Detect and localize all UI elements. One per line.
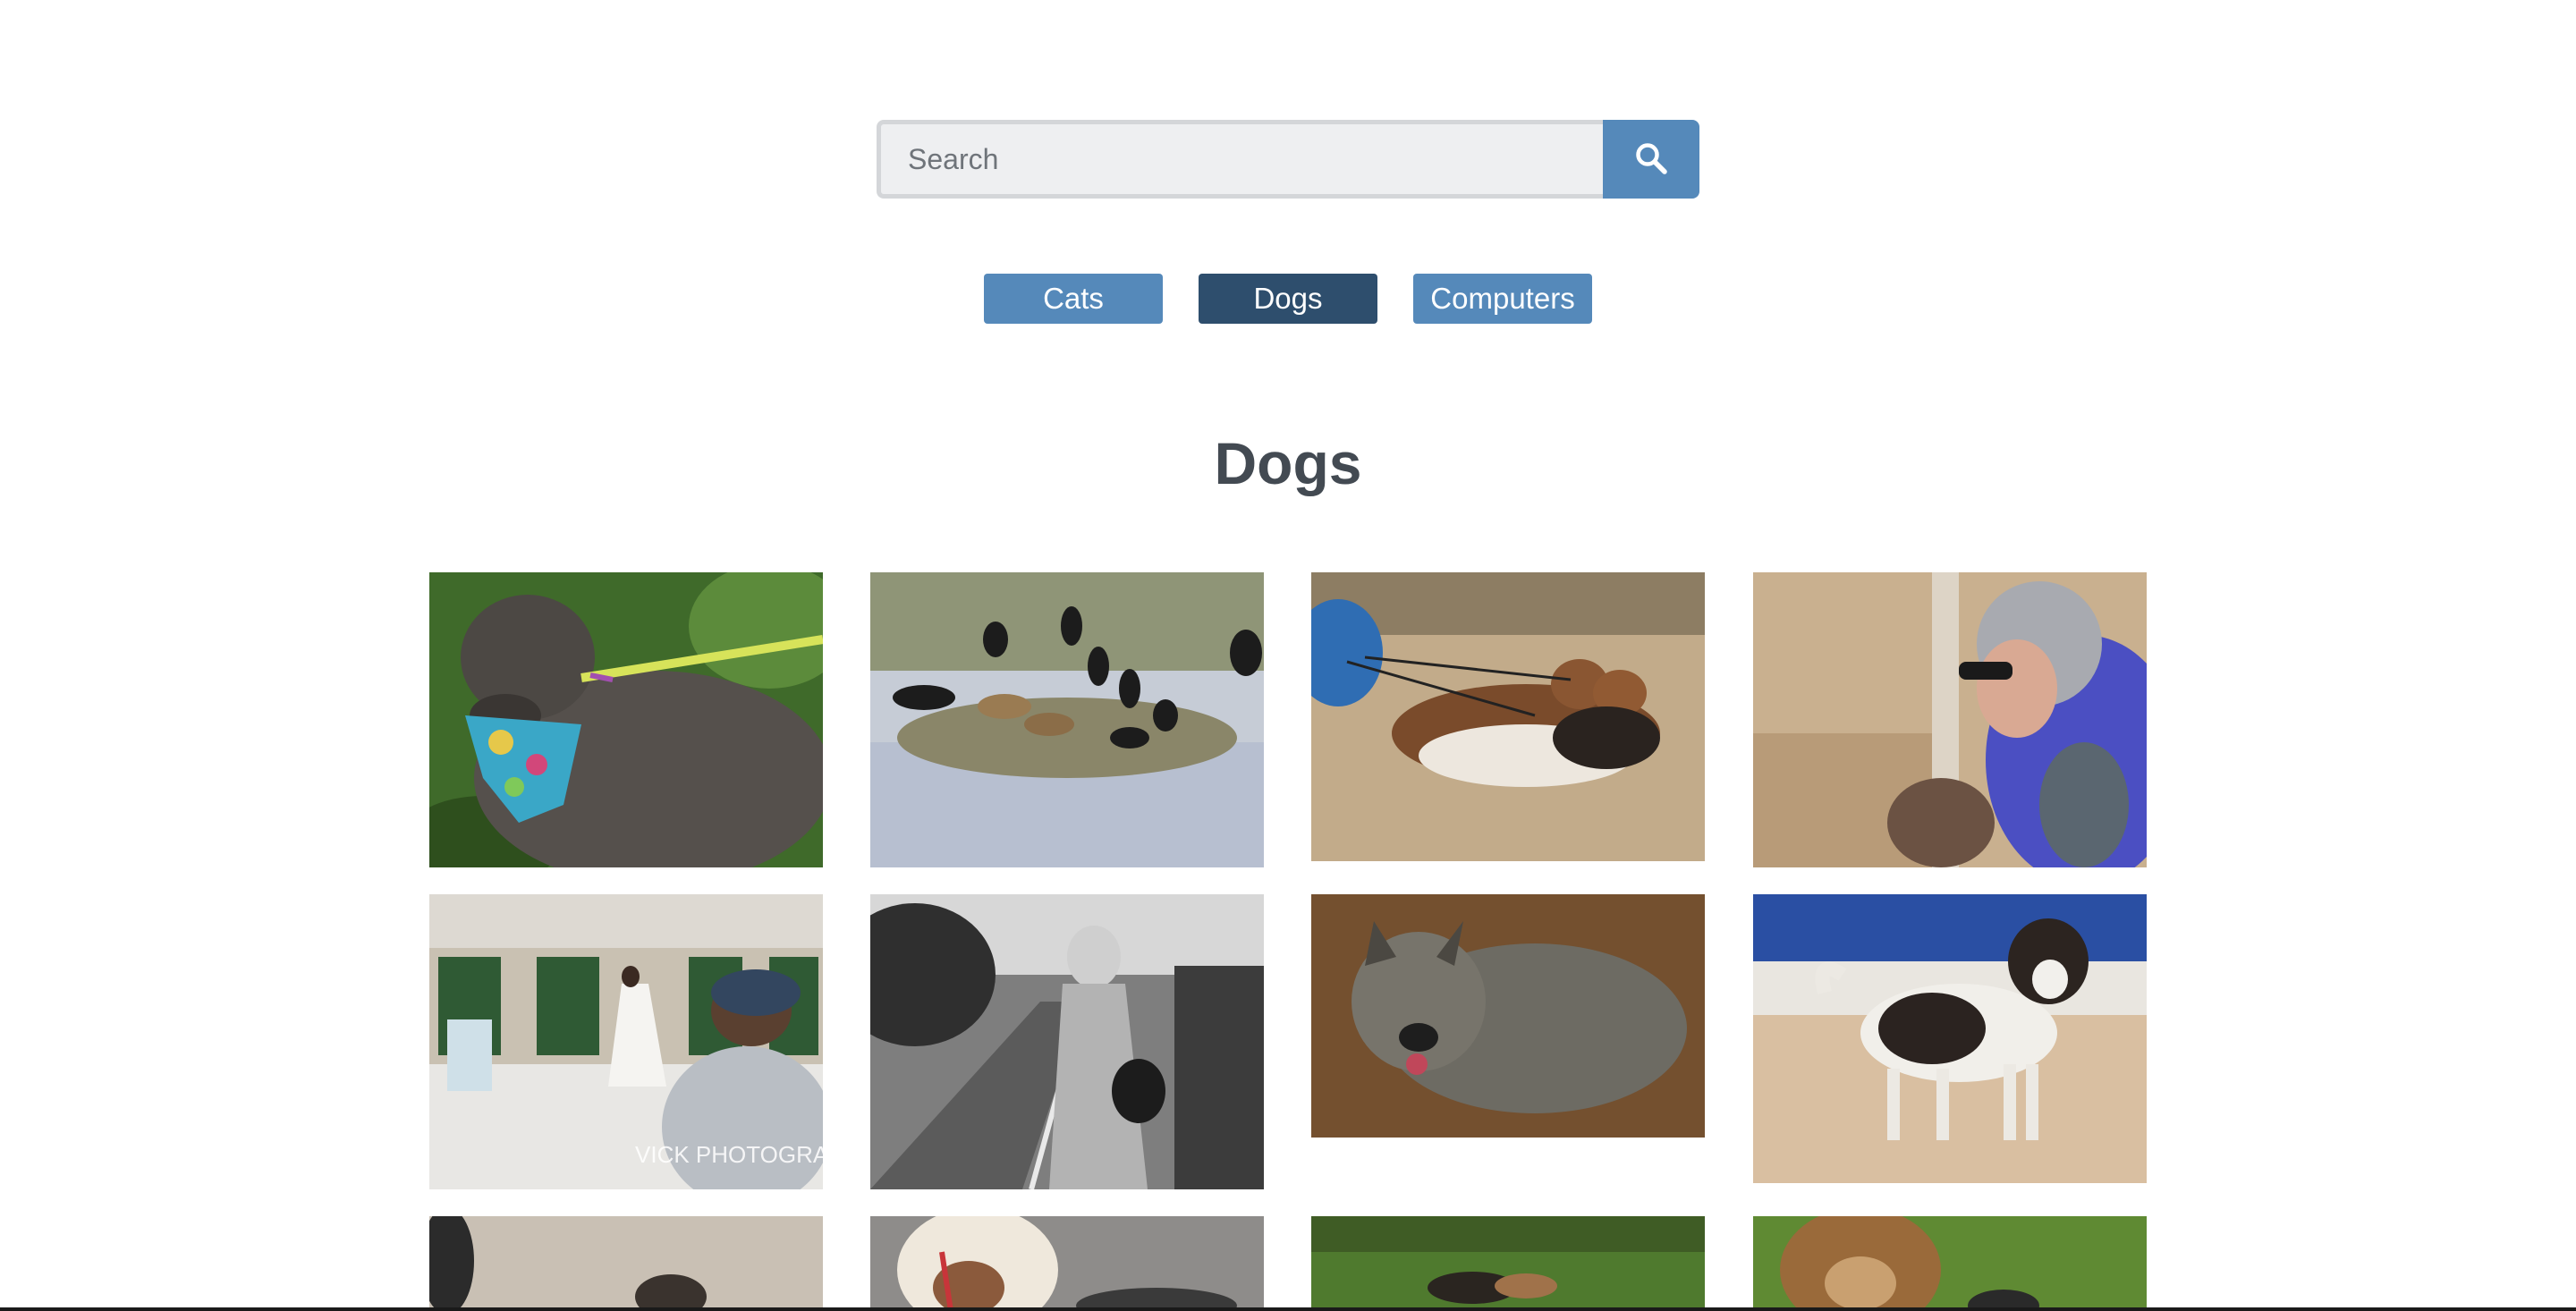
category-button-cats[interactable]: Cats <box>984 274 1163 324</box>
page: Cats Dogs Computers Dogs <box>0 0 2576 1311</box>
search-button[interactable] <box>1603 120 1699 199</box>
gallery-title: Dogs <box>1214 430 1362 496</box>
search-input[interactable] <box>877 120 1603 199</box>
woman-walking-dog-bw-photo[interactable] <box>870 894 1264 1189</box>
wedding-dog-photo[interactable]: VICK PHOTOGRA <box>429 894 823 1189</box>
dogs-and-vultures-photo[interactable] <box>870 572 1264 867</box>
shih-tzu-poolside-photo[interactable] <box>1753 894 2147 1183</box>
category-button-computers[interactable]: Computers <box>1413 274 1592 324</box>
search-icon <box>1633 140 1669 179</box>
shaggy-terrier-photo[interactable] <box>1311 894 1705 1138</box>
basset-hounds-leashes-photo[interactable] <box>1311 572 1705 861</box>
woman-kissing-dog-photo[interactable] <box>1753 572 2147 867</box>
category-button-dogs[interactable]: Dogs <box>1199 274 1377 324</box>
category-buttons: Cats Dogs Computers <box>0 274 2576 324</box>
grey-dog-bandana-photo[interactable] <box>429 572 823 867</box>
window-bottom-edge <box>0 1307 2576 1311</box>
curly-dog-red-collar-photo[interactable] <box>870 1216 1264 1311</box>
brown-dog-grass-photo[interactable] <box>1753 1216 2147 1311</box>
search-bar <box>877 120 1699 199</box>
dog-running-grass-photo[interactable] <box>1311 1216 1705 1311</box>
svg-text:VICK PHOTOGRA: VICK PHOTOGRA <box>635 1141 823 1168</box>
dog-on-sand-photo[interactable] <box>429 1216 823 1311</box>
